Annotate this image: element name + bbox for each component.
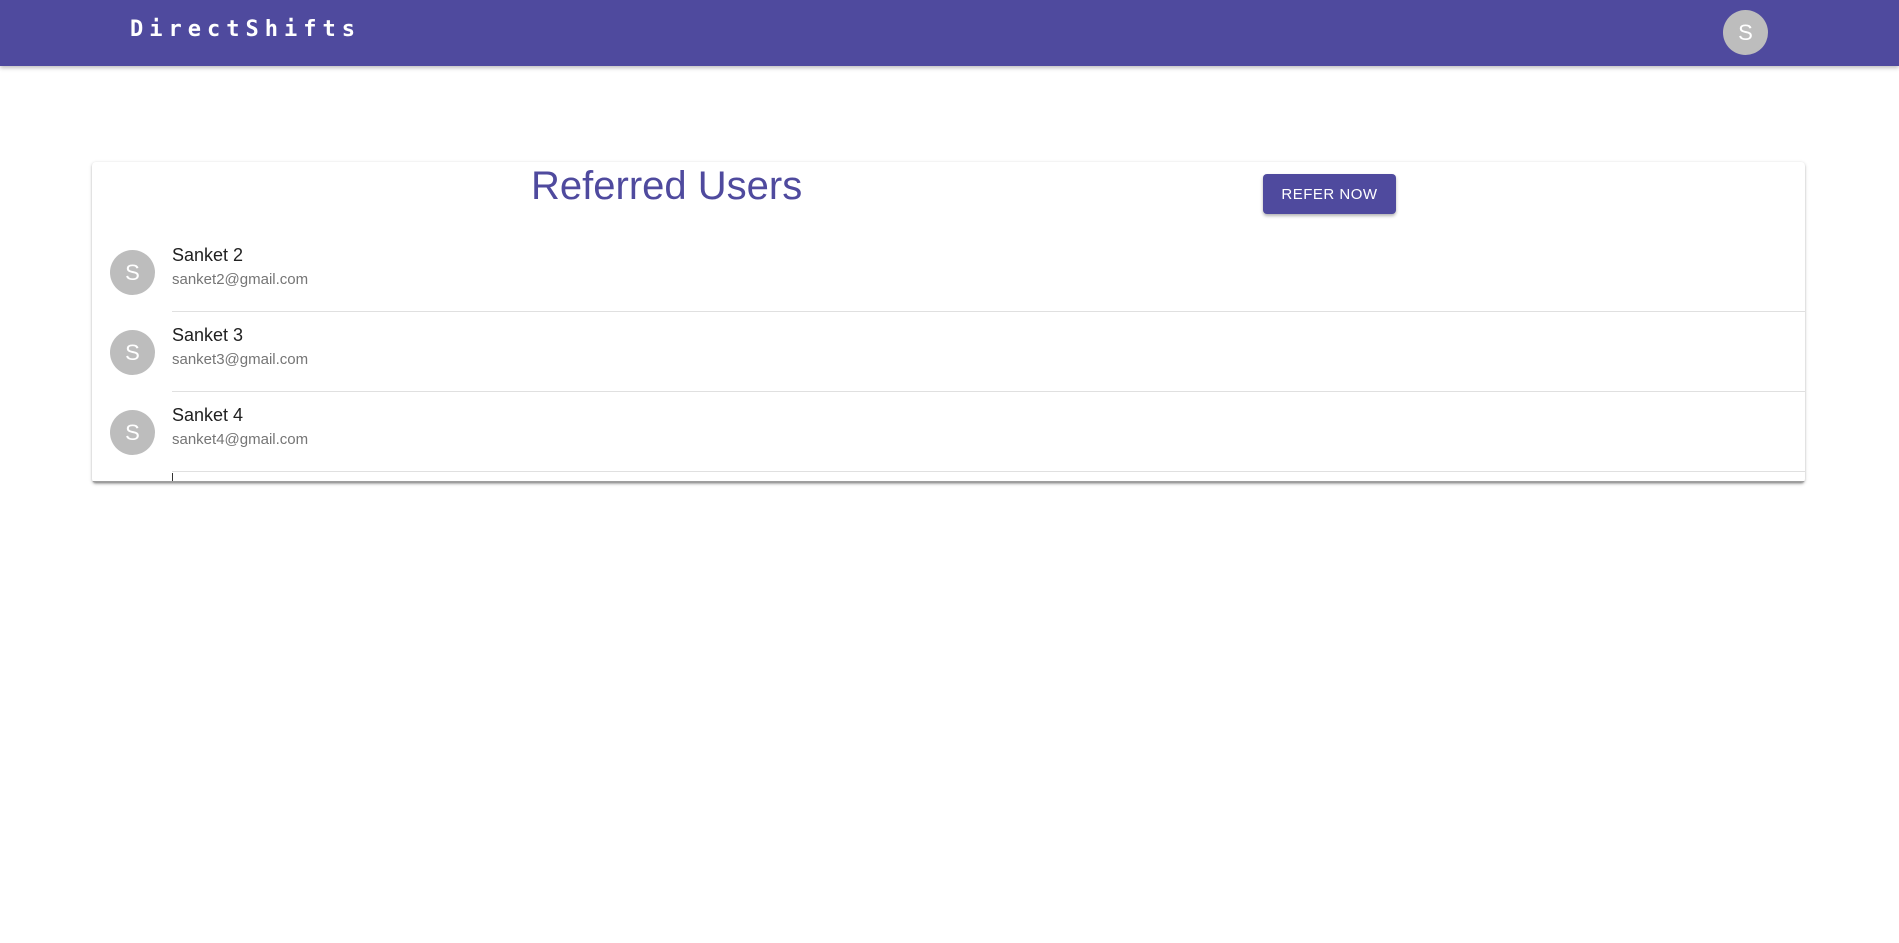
user-name: Sanket 4 [172, 405, 244, 425]
avatar: S [110, 410, 155, 455]
divider [172, 471, 1805, 472]
brand-logo-text[interactable]: DirectShifts [130, 17, 361, 42]
card-bottom-border [92, 481, 1805, 483]
app-bar: DirectShifts S [0, 0, 1899, 66]
user-name: Sanket 3 [172, 325, 244, 345]
referred-users-card: Referred Users Refer Now S Sanket 2 sank… [92, 162, 1805, 483]
user-email: sanket2@gmail.com [172, 271, 309, 288]
user-email: sanket3@gmail.com [172, 351, 309, 368]
user-avatar[interactable]: S [1723, 10, 1768, 55]
list-item[interactable]: S Sanket 4 sanket4@gmail.com [92, 392, 1805, 472]
list-item[interactable]: S Sanket 3 sanket3@gmail.com [92, 312, 1805, 392]
page-title: Referred Users [531, 164, 803, 208]
user-name: Sanket 2 [172, 245, 244, 265]
avatar: S [110, 250, 155, 295]
user-email: sanket4@gmail.com [172, 431, 309, 448]
avatar: S [110, 330, 155, 375]
referred-users-list: S Sanket 2 sanket2@gmail.com S Sanket 3 … [92, 232, 1805, 472]
refer-now-button[interactable]: Refer Now [1263, 174, 1396, 214]
list-item[interactable]: S Sanket 2 sanket2@gmail.com [92, 232, 1805, 312]
